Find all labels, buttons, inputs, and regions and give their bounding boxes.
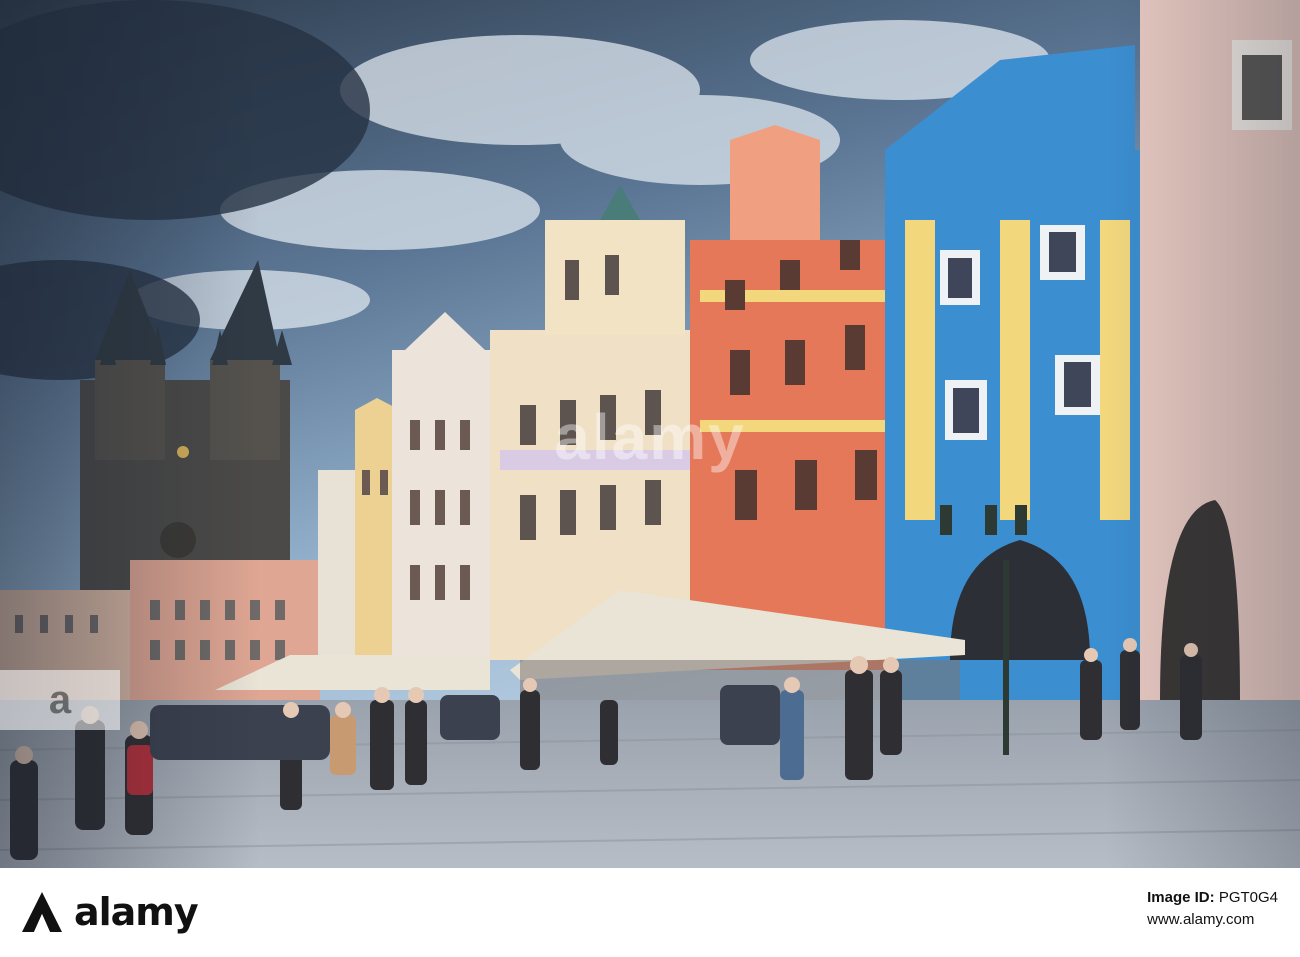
photo-scene: alamy a (0, 0, 1300, 868)
image-info: Image ID: PGT0G4 www.alamy.com (1147, 888, 1278, 932)
image-id-label: Image ID: (1147, 889, 1215, 906)
image-id-value: PGT0G4 (1218, 889, 1278, 906)
footer-bar: alamy Image ID: PGT0G4 www.alamy.com (0, 868, 1300, 957)
image-id-row: Image ID: PGT0G4 (1147, 888, 1278, 908)
vignette-overlay (0, 0, 1300, 868)
alamy-logo[interactable]: alamy (20, 890, 199, 934)
logo-text: alamy (74, 890, 199, 934)
square-photo (0, 0, 1300, 868)
site-url[interactable]: www.alamy.com (1147, 908, 1278, 932)
alamy-logo-icon (20, 890, 64, 934)
